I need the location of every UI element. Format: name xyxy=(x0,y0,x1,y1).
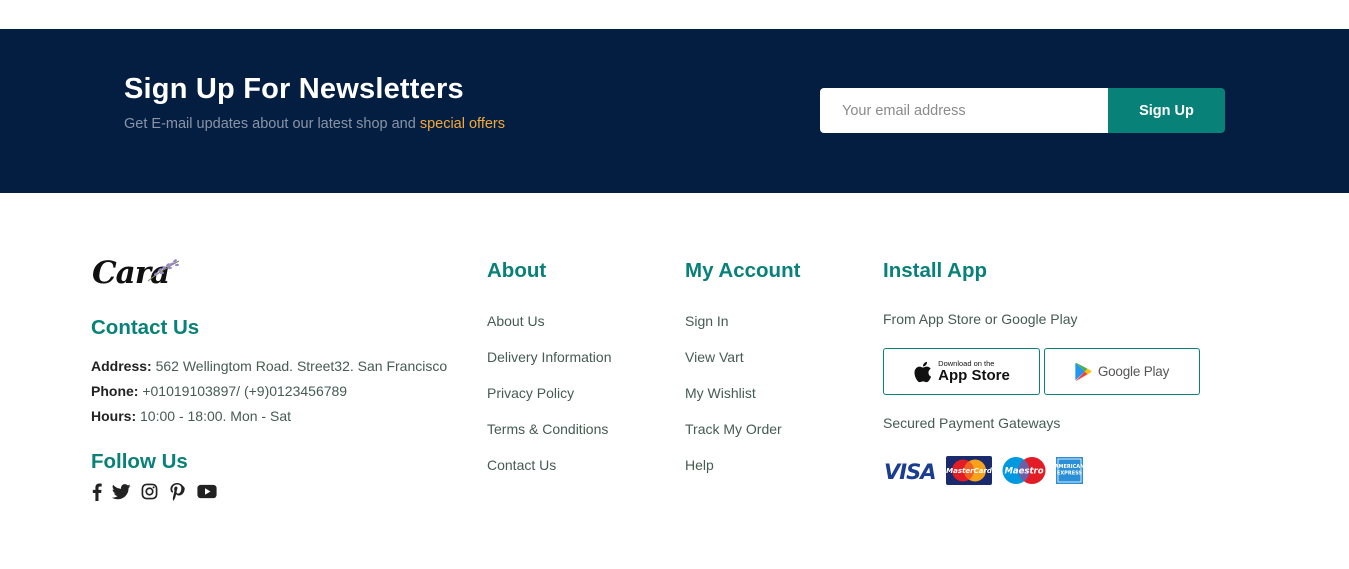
install-title: Install App xyxy=(883,259,988,282)
newsletter-subtitle: Get E-mail updates about our latest shop… xyxy=(124,116,505,132)
account-link[interactable]: Help xyxy=(685,457,782,493)
account-links: Sign In View Vart My Wishlist Track My O… xyxy=(685,313,782,493)
amex-icon: AMERICAN EXPRESS xyxy=(1056,457,1083,484)
newsletter-form: Sign Up xyxy=(820,88,1225,133)
phone-label: Phone: xyxy=(91,383,139,399)
maestro-icon: Maestro xyxy=(1002,457,1046,484)
logo[interactable]: Cara xyxy=(92,255,184,295)
contact-title: Contact Us xyxy=(91,316,200,339)
newsletter-section: Sign Up For Newsletters Get E-mail updat… xyxy=(0,29,1349,193)
svg-text:VISA: VISA xyxy=(884,460,935,482)
sign-up-button[interactable]: Sign Up xyxy=(1108,88,1225,133)
account-link[interactable]: View Vart xyxy=(685,349,782,385)
payments-caption: Secured Payment Gateways xyxy=(883,415,1061,431)
address-value: 562 Wellingtom Road. Street32. San Franc… xyxy=(151,358,448,374)
about-link[interactable]: Delivery Information xyxy=(487,349,612,385)
google-play-icon xyxy=(1075,362,1092,381)
svg-text:EXPRESS: EXPRESS xyxy=(1057,471,1083,477)
pinterest-icon[interactable] xyxy=(168,482,187,501)
account-link[interactable]: Sign In xyxy=(685,313,782,349)
social-links xyxy=(91,482,217,501)
hours-line: Hours: 10:00 - 18:00. Mon - Sat xyxy=(91,408,291,424)
svg-text:AMERICAN: AMERICAN xyxy=(1056,464,1083,470)
address-line: Address: 562 Wellingtom Road. Street32. … xyxy=(91,358,447,374)
address-label: Address: xyxy=(91,358,152,374)
install-caption: From App Store or Google Play xyxy=(883,311,1078,327)
hours-label: Hours: xyxy=(91,408,137,424)
about-link[interactable]: Contact Us xyxy=(487,457,612,493)
phone-value: +01019103897/ (+9)0123456789 xyxy=(138,383,348,399)
about-link[interactable]: Terms & Conditions xyxy=(487,421,612,457)
newsletter-subtitle-text: Get E-mail updates about our latest shop… xyxy=(124,116,420,132)
youtube-icon[interactable] xyxy=(196,482,217,501)
lavender-sprig-icon xyxy=(147,259,180,282)
app-store-button[interactable]: Download on the App Store xyxy=(883,348,1040,395)
about-link[interactable]: Privacy Policy xyxy=(487,385,612,421)
app-store-text: Download on the App Store xyxy=(938,360,1010,383)
special-offers-highlight: special offers xyxy=(419,116,505,132)
follow-title: Follow Us xyxy=(91,450,188,473)
account-link[interactable]: My Wishlist xyxy=(685,385,782,421)
about-link[interactable]: About Us xyxy=(487,313,612,349)
mastercard-icon: MasterCard xyxy=(946,456,992,485)
newsletter-title: Sign Up For Newsletters xyxy=(124,73,464,105)
account-title: My Account xyxy=(685,259,801,282)
twitter-icon[interactable] xyxy=(112,482,131,501)
instagram-icon[interactable] xyxy=(140,482,159,501)
svg-text:Maestro: Maestro xyxy=(1004,467,1043,477)
hours-value: 10:00 - 18:00. Mon - Sat xyxy=(136,408,291,424)
apple-icon xyxy=(914,361,932,382)
google-play-text: Google Play xyxy=(1097,364,1170,379)
phone-line: Phone: +01019103897/ (+9)0123456789 xyxy=(91,383,347,399)
svg-text:MasterCard: MasterCard xyxy=(946,467,992,475)
about-links: About Us Delivery Information Privacy Po… xyxy=(487,313,612,493)
about-title: About xyxy=(487,259,547,282)
payment-methods: VISA MasterCard Maestro AMERICAN EXPRESS xyxy=(883,456,1083,485)
account-link[interactable]: Track My Order xyxy=(685,421,782,457)
facebook-icon[interactable] xyxy=(91,482,103,501)
app-store-big-text: App Store xyxy=(938,366,1010,384)
email-input[interactable] xyxy=(820,88,1108,133)
google-play-button[interactable]: Google Play xyxy=(1044,348,1200,395)
visa-icon: VISA xyxy=(884,460,936,482)
